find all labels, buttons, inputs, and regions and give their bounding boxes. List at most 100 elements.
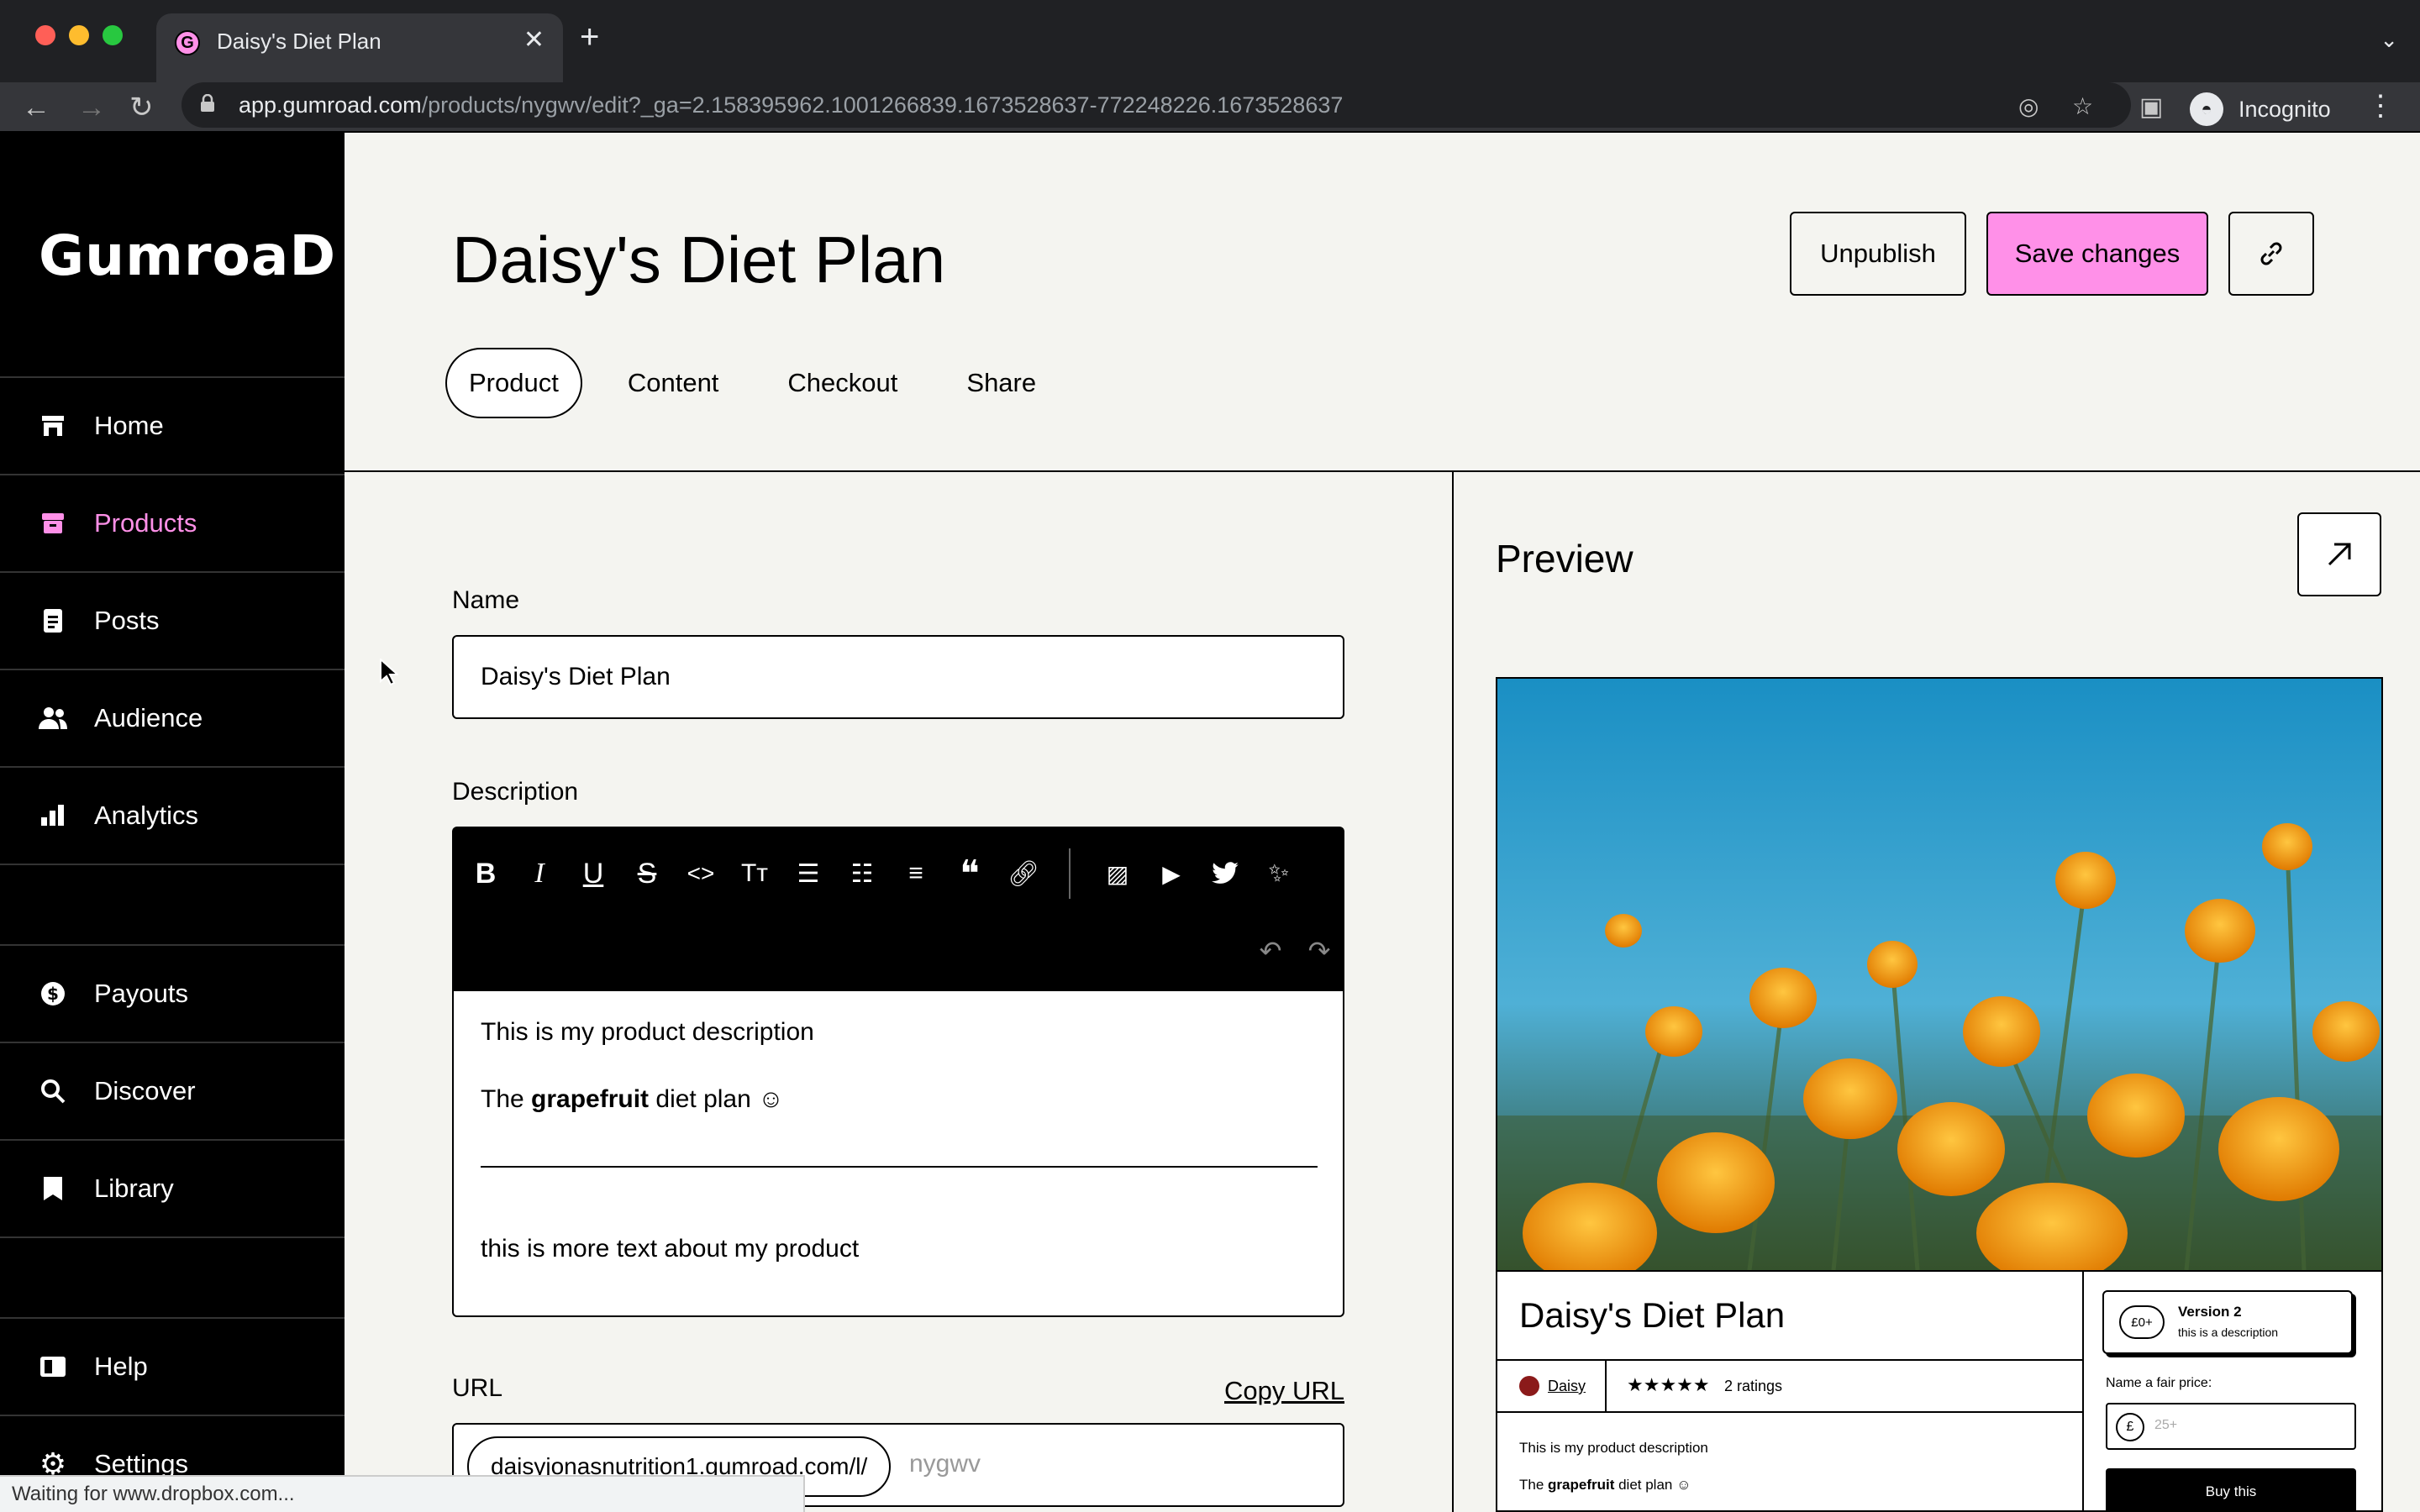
- price-placeholder: 25+: [2154, 1418, 2178, 1432]
- close-window-button[interactable]: [35, 25, 55, 45]
- rich-text-toolbar: B I U S <> Tт ☰ ☷ ≡ ❝ 🔗︎ ▨ ▶ ✨︎ ↶ ↷: [452, 827, 1344, 991]
- reload-icon[interactable]: ↻: [129, 91, 154, 124]
- code-icon[interactable]: <>: [682, 855, 719, 892]
- description-line: this is more text about my product: [481, 1235, 860, 1263]
- cover-image: [1497, 679, 2381, 1270]
- address-bar[interactable]: app.gumroad.com/products/nygwv/edit?_ga=…: [182, 82, 2131, 128]
- horizontal-rule-icon[interactable]: ≡: [897, 855, 934, 892]
- sidebar-spacer: [0, 1236, 345, 1319]
- undo-icon[interactable]: ↶: [1252, 932, 1289, 969]
- variant-description: this is a description: [2178, 1326, 2279, 1339]
- copy-url-link[interactable]: Copy URL: [1224, 1376, 1344, 1406]
- search-icon: [39, 1077, 67, 1105]
- bullet-list-icon[interactable]: ☰: [790, 855, 827, 892]
- browser-toolbar: ← → ↻ app.gumroad.com/products/nygwv/edi…: [0, 82, 2420, 133]
- incognito-icon: ◓: [2190, 92, 2223, 126]
- sidebar: GumroaD Home Products Posts Audience Ana…: [0, 133, 345, 1512]
- minimize-window-button[interactable]: [69, 25, 89, 45]
- toolbar-divider: [1069, 848, 1071, 899]
- page-header: Daisy's Diet Plan Unpublish Save changes…: [345, 133, 2420, 472]
- page-title: Daisy's Diet Plan: [452, 223, 946, 297]
- preview-product-info: Daisy's Diet Plan Daisy ★★★★★ 2 ratings …: [1497, 1270, 2084, 1510]
- buy-button[interactable]: Buy this: [2106, 1468, 2356, 1510]
- bookmark-icon: [39, 1174, 67, 1203]
- gumroad-logo[interactable]: GumroaD: [39, 223, 336, 288]
- sidebar-item-home[interactable]: Home: [0, 376, 345, 474]
- sidebar-item-label: Audience: [94, 703, 203, 732]
- sidebar-item-label: Help: [94, 1352, 148, 1381]
- sidebar-item-label: Home: [94, 411, 164, 440]
- redo-icon[interactable]: ↷: [1301, 932, 1338, 969]
- sidebar-item-analytics[interactable]: Analytics: [0, 766, 345, 864]
- quote-icon[interactable]: ❝: [951, 853, 988, 895]
- video-icon[interactable]: ▶: [1153, 855, 1190, 892]
- name-input[interactable]: Daisy's Diet Plan: [452, 635, 1344, 719]
- twitter-icon[interactable]: [1207, 855, 1244, 892]
- incognito-indicator[interactable]: ◓ Incognito: [2190, 92, 2331, 126]
- tab-share[interactable]: Share: [943, 348, 1060, 418]
- book-icon: [39, 1352, 67, 1381]
- tab-search-chevron-icon[interactable]: ⌄: [2380, 27, 2398, 53]
- description-divider: [481, 1166, 1318, 1168]
- back-arrow-icon[interactable]: ←: [22, 91, 50, 124]
- preview-meta-row: Daisy ★★★★★ 2 ratings: [1497, 1359, 2084, 1413]
- eye-off-icon[interactable]: ◎: [2018, 92, 2039, 120]
- strikethrough-icon[interactable]: S: [629, 855, 666, 892]
- price-input[interactable]: £ 25+: [2106, 1403, 2356, 1450]
- sidebar-item-posts[interactable]: Posts: [0, 571, 345, 669]
- link-icon: [2260, 242, 2282, 265]
- magic-wand-icon[interactable]: ✨︎: [1260, 855, 1297, 892]
- open-preview-button[interactable]: [2297, 512, 2381, 596]
- store-icon: [39, 412, 67, 440]
- side-panel-icon[interactable]: ▣: [2139, 91, 2163, 124]
- bookmark-star-icon[interactable]: ☆: [2072, 92, 2093, 120]
- sidebar-item-help[interactable]: Help: [0, 1317, 345, 1415]
- sidebar-item-label: Analytics: [94, 801, 199, 830]
- save-changes-button[interactable]: Save changes: [1986, 212, 2208, 296]
- product-editor: Name Daisy's Diet Plan Description B I U…: [345, 472, 1452, 1512]
- sidebar-item-label: Payouts: [94, 979, 189, 1008]
- name-label: Name: [452, 586, 520, 614]
- copy-link-button[interactable]: [2228, 212, 2314, 296]
- link-icon[interactable]: 🔗︎: [1005, 855, 1042, 892]
- browser-menu-icon[interactable]: ⋮: [2366, 89, 2395, 123]
- text-size-icon[interactable]: Tт: [736, 855, 773, 892]
- preview-desc-line: This is my product description: [1519, 1440, 1708, 1456]
- new-tab-button[interactable]: +: [580, 20, 599, 54]
- sidebar-item-products[interactable]: Products: [0, 474, 345, 571]
- italic-icon[interactable]: I: [521, 855, 558, 892]
- description-label: Description: [452, 778, 579, 806]
- url-label: URL: [452, 1374, 503, 1402]
- image-icon[interactable]: ▨: [1099, 855, 1136, 892]
- tab-product[interactable]: Product: [445, 348, 582, 418]
- tab-content[interactable]: Content: [604, 348, 743, 418]
- unpublish-button[interactable]: Unpublish: [1790, 212, 1966, 296]
- description-line: This is my product description: [481, 1018, 814, 1046]
- variant-option[interactable]: £0+ Version 2 this is a description: [2102, 1290, 2353, 1354]
- lock-icon: [201, 94, 214, 112]
- archive-icon: [39, 509, 67, 538]
- numbered-list-icon[interactable]: ☷: [844, 855, 881, 892]
- sidebar-item-discover[interactable]: Discover: [0, 1042, 345, 1139]
- maximize-window-button[interactable]: [103, 25, 123, 45]
- description-editor[interactable]: This is my product description The grape…: [452, 991, 1344, 1317]
- close-tab-icon[interactable]: ✕: [523, 25, 544, 55]
- sidebar-item-payouts[interactable]: $ Payouts: [0, 944, 345, 1042]
- sidebar-spacer: [0, 864, 345, 946]
- arrow-up-right-icon: [2328, 543, 2351, 566]
- forward-arrow-icon[interactable]: →: [77, 91, 106, 124]
- svg-text:$: $: [47, 984, 59, 1004]
- sidebar-item-audience[interactable]: Audience: [0, 669, 345, 766]
- rating-count: 2 ratings: [1724, 1378, 1783, 1394]
- product-preview-card: Daisy's Diet Plan Daisy ★★★★★ 2 ratings …: [1496, 677, 2383, 1512]
- sidebar-item-library[interactable]: Library: [0, 1139, 345, 1236]
- preview-purchase-panel: £0+ Version 2 this is a description Name…: [2084, 1270, 2381, 1510]
- variant-name: Version 2: [2178, 1304, 2242, 1320]
- bold-icon[interactable]: B: [467, 855, 504, 892]
- tab-checkout[interactable]: Checkout: [764, 348, 921, 418]
- url-slug: nygwv: [909, 1450, 981, 1478]
- browser-tab[interactable]: G Daisy's Diet Plan ✕: [156, 13, 563, 82]
- sidebar-item-label: Library: [94, 1173, 174, 1203]
- underline-icon[interactable]: U: [575, 855, 612, 892]
- creator-link[interactable]: Daisy: [1548, 1378, 1586, 1395]
